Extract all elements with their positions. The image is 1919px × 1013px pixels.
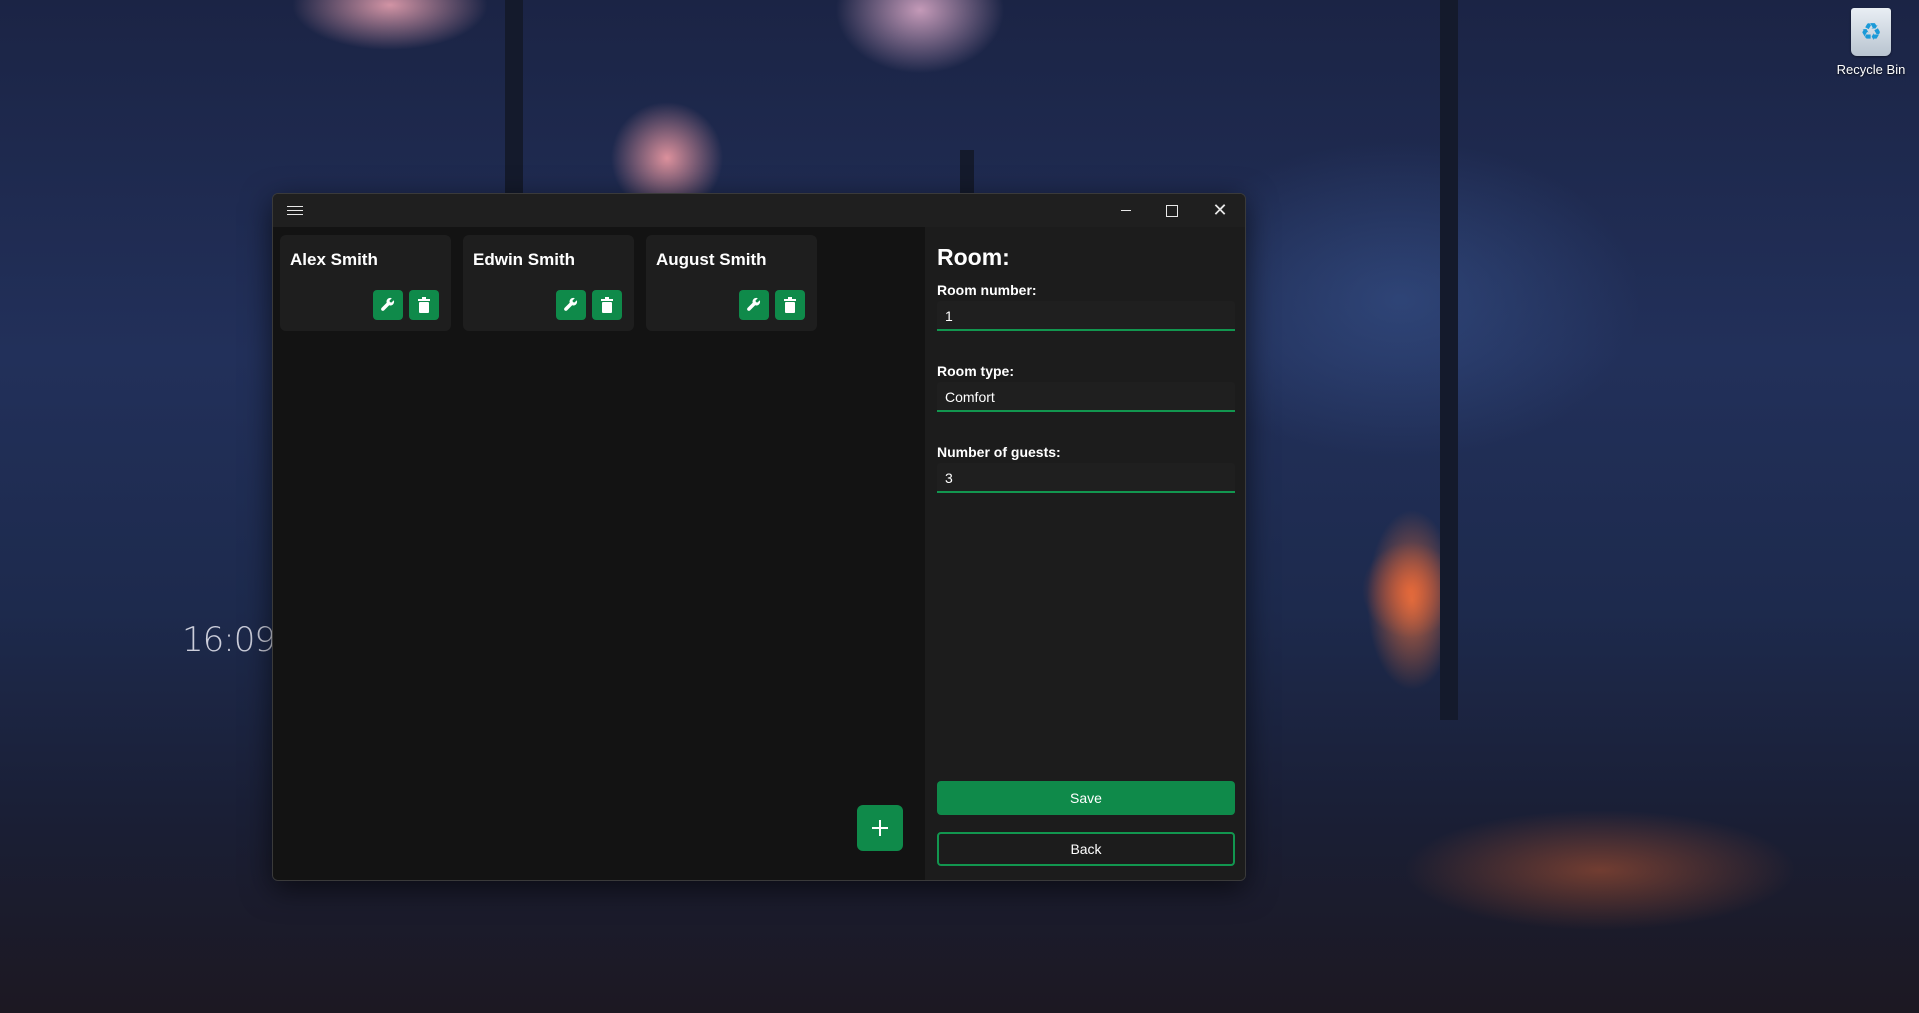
guest-card: Alex Smith [280,235,451,331]
delete-guest-button[interactable] [775,290,805,320]
add-guest-button[interactable] [857,805,903,851]
trash-icon [601,297,613,313]
room-type-value: Comfort [945,389,995,405]
back-button[interactable]: Back [937,832,1235,866]
guests-count-input[interactable]: 3 [937,463,1235,493]
guests-count-label: Number of guests: [937,444,1061,460]
room-number-value: 1 [945,308,953,324]
plus-icon [872,820,888,836]
room-number-label: Room number: [937,282,1037,298]
minimize-button[interactable] [1103,194,1149,227]
wrench-icon [381,297,395,311]
delete-guest-button[interactable] [409,290,439,320]
recycle-bin-label: Recycle Bin [1836,62,1906,77]
room-number-input[interactable]: 1 [937,301,1235,331]
close-button[interactable]: ✕ [1197,194,1243,227]
app-window: ✕ Alex Smith Edwin Smith August Smith Ro… [272,193,1246,881]
edit-guest-button[interactable] [739,290,769,320]
edit-guest-button[interactable] [373,290,403,320]
minimize-icon [1121,210,1131,211]
guest-card: Edwin Smith [463,235,634,331]
maximize-icon [1166,204,1178,217]
title-bar: ✕ [273,194,1245,227]
trash-icon [418,297,430,313]
hamburger-icon[interactable] [287,203,303,217]
room-form-pane: Room: Room number: 1 Room type: Comfort … [925,227,1245,880]
guest-name: August Smith [656,250,767,269]
guest-name: Edwin Smith [473,250,575,269]
recycle-bin[interactable]: Recycle Bin [1826,8,1916,77]
room-title: Room: [937,244,1010,270]
guest-list-pane: Alex Smith Edwin Smith August Smith [273,227,925,880]
trash-icon [784,297,796,313]
wrench-icon [564,297,578,311]
save-button[interactable]: Save [937,781,1235,815]
wallpaper-clock: 16:09 [182,620,276,660]
recycle-bin-icon [1851,8,1891,56]
close-icon: ✕ [1212,199,1228,221]
delete-guest-button[interactable] [592,290,622,320]
guest-card: August Smith [646,235,817,331]
room-type-label: Room type: [937,363,1014,379]
guest-name: Alex Smith [290,250,378,269]
room-type-input[interactable]: Comfort [937,382,1235,412]
guests-count-value: 3 [945,470,953,486]
wrench-icon [747,297,761,311]
maximize-button[interactable] [1149,194,1195,227]
wallpaper-beam [1440,0,1458,720]
edit-guest-button[interactable] [556,290,586,320]
